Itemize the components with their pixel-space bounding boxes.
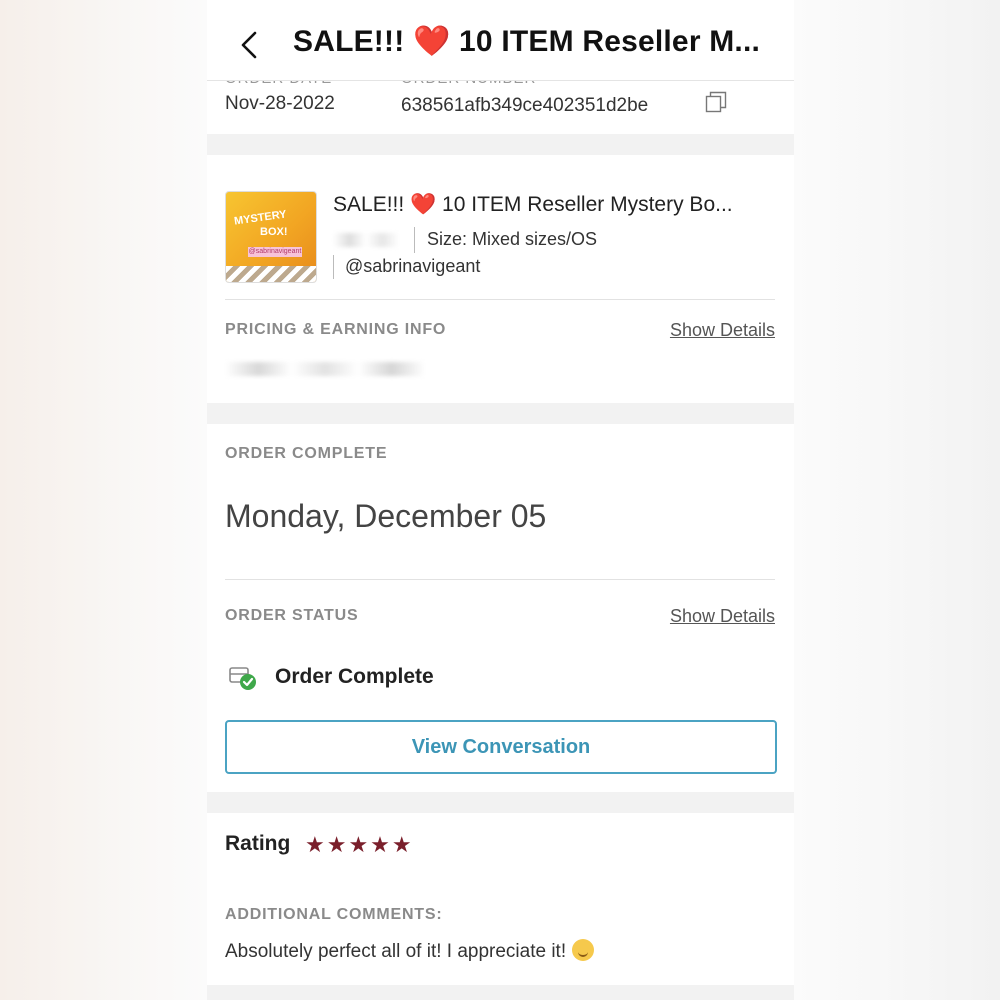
order-status-card: ORDER COMPLETE Monday, December 05 ORDER…	[207, 424, 794, 792]
divider	[225, 579, 775, 580]
package-check-icon	[229, 667, 256, 690]
pricing-show-details-link[interactable]: Show Details	[670, 320, 775, 341]
product-size: Size: Mixed sizes/OS	[427, 229, 598, 249]
product-thumbnail[interactable]: MYSTERY BOX! @sabrinavigeant	[225, 191, 317, 283]
heart-icon: ❤️	[410, 193, 437, 216]
chevron-left-icon[interactable]	[235, 28, 265, 62]
divider	[333, 255, 334, 279]
order-status-label: ORDER STATUS	[225, 607, 359, 624]
order-complete-label: ORDER COMPLETE	[225, 445, 388, 462]
product-title-sale: SALE!!!	[333, 193, 405, 216]
product-title[interactable]: SALE!!! ❤️ 10 ITEM Reseller Mystery Bo..…	[333, 193, 733, 217]
product-title-rest: 10 ITEM Reseller Mystery Bo...	[442, 193, 733, 216]
product-card: MYSTERY BOX! @sabrinavigeant SALE!!! ❤️ …	[207, 155, 794, 403]
smile-emoji-icon	[572, 939, 595, 961]
additional-comments-label: ADDITIONAL COMMENTS:	[225, 906, 443, 923]
thumb-text-mystery: MYSTERY	[233, 208, 288, 228]
title-rest: 10 ITEM Reseller M...	[459, 25, 761, 58]
blurred-text	[333, 233, 399, 247]
view-conversation-button[interactable]: View Conversation	[225, 720, 777, 774]
status-show-details-link[interactable]: Show Details	[670, 606, 775, 627]
comment-body: Absolutely perfect all of it! I apprecia…	[225, 941, 567, 962]
copy-icon[interactable]	[705, 91, 727, 113]
thumb-zigzag	[226, 266, 316, 282]
comment-text: Absolutely perfect all of it! I apprecia…	[225, 939, 595, 963]
page-title: SALE!!! ❤️ 10 ITEM Reseller M...	[293, 24, 760, 59]
thumb-text-box: BOX!	[260, 226, 288, 238]
heart-icon: ❤️	[412, 25, 451, 58]
order-complete-date: Monday, December 05	[225, 498, 547, 534]
seller-handle[interactable]: @sabrinavigeant	[345, 256, 480, 277]
rating-label: Rating	[225, 832, 291, 855]
title-sale: SALE!!!	[293, 25, 405, 58]
order-number-value: 638561afb349ce402351d2be	[401, 95, 649, 116]
background-right	[794, 0, 1000, 1000]
background-left	[0, 0, 207, 1000]
thumb-text-handle: @sabrinavigeant	[248, 247, 302, 257]
pricing-label: PRICING & EARNING INFO	[225, 321, 447, 338]
blurred-text	[225, 362, 425, 376]
divider	[414, 227, 415, 253]
phone-screen: SALE!!! ❤️ 10 ITEM Reseller M... ORDER D…	[207, 0, 794, 1000]
order-date-value: Nov-28-2022	[225, 93, 335, 114]
order-status-value: Order Complete	[275, 665, 434, 688]
rating-card: Rating ★★★★★ ADDITIONAL COMMENTS: Absolu…	[207, 813, 794, 985]
top-header: SALE!!! ❤️ 10 ITEM Reseller M...	[207, 0, 794, 81]
divider	[225, 299, 775, 300]
star-rating: ★★★★★	[305, 832, 414, 857]
